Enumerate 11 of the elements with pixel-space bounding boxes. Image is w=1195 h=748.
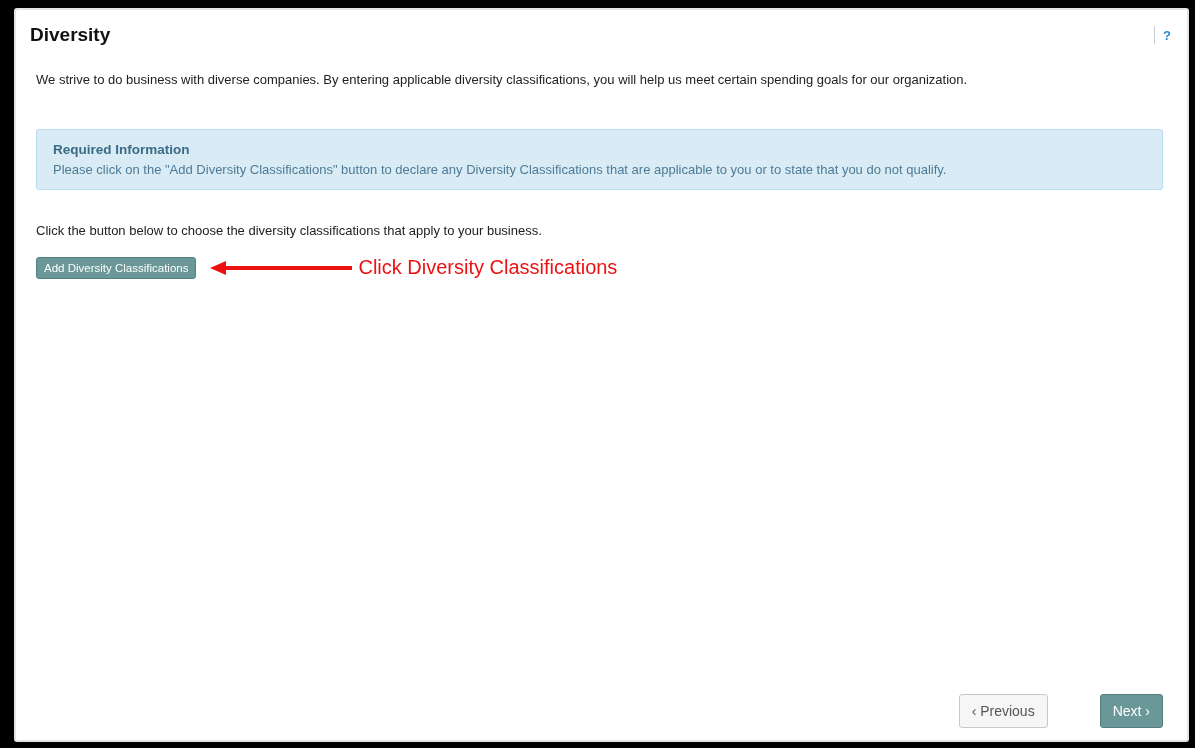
arrow-icon bbox=[210, 260, 353, 275]
notice-text: Please click on the "Add Diversity Classifications" button to declare any Diversity Classifications that are applicable to you or to state that you do not qualify. bbox=[53, 162, 948, 177]
page-title: Diversity bbox=[30, 24, 112, 46]
notice-title: Required Information bbox=[53, 142, 191, 157]
instruction-text: Click the button below to choose the diversity classifications that apply to your business. bbox=[36, 223, 543, 238]
next-button[interactable]: Next › bbox=[1099, 694, 1163, 728]
intro-text: We strive to do business with diverse companies. By entering applicable diversity classifications, you will help us meet certain spending goals for our organization. bbox=[36, 72, 969, 87]
help-link[interactable]: ? bbox=[1163, 27, 1171, 43]
previous-button[interactable]: ‹ Previous bbox=[958, 694, 1048, 728]
add-classifications-button[interactable]: Add Diversity Classifications bbox=[36, 256, 197, 279]
annotation-text: Click Diversity Classifications bbox=[358, 256, 618, 279]
